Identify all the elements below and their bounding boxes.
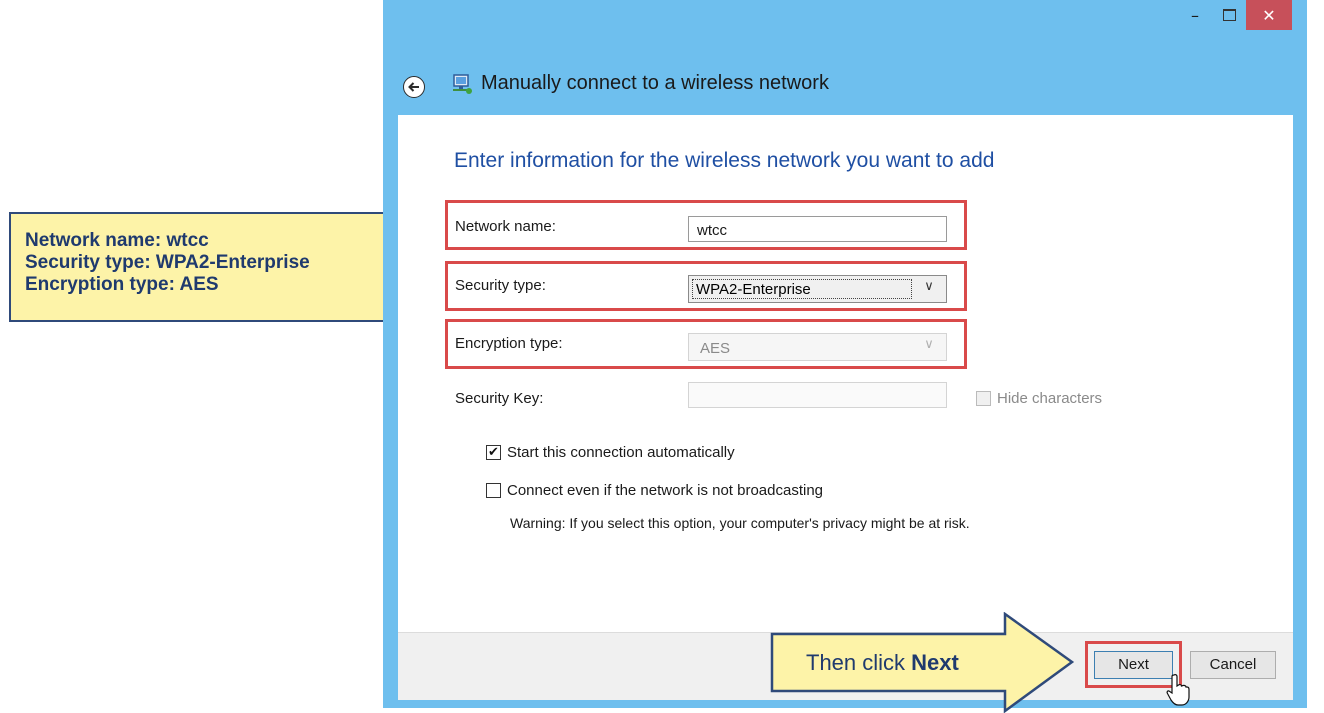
instruction-callout: Network name: wtcc Security type: WPA2-E…: [9, 212, 413, 322]
security-type-select[interactable]: WPA2-Enterprise ∨: [688, 275, 947, 303]
arrow-callout-text: Then click Next: [806, 650, 959, 676]
auto-start-checkbox[interactable]: ✔: [486, 445, 501, 460]
window-title: Manually connect to a wireless network: [481, 72, 829, 94]
title-bar: – ✕: [383, 0, 1307, 40]
security-key-label: Security Key:: [455, 390, 544, 407]
maximize-icon: [1222, 9, 1236, 21]
arrow-callout-prefix: Then click: [806, 650, 912, 675]
maximize-button[interactable]: [1212, 0, 1246, 30]
hide-characters-checkbox[interactable]: [976, 391, 991, 406]
network-name-input[interactable]: wtcc: [688, 216, 947, 242]
security-type-value: WPA2-Enterprise: [692, 279, 912, 299]
callout-line-encryption: Encryption type: AES: [25, 274, 219, 295]
auto-start-label: Start this connection automatically: [507, 444, 735, 461]
encryption-type-value: AES: [700, 340, 731, 357]
minimize-button[interactable]: –: [1178, 0, 1212, 30]
close-button[interactable]: ✕: [1246, 0, 1292, 30]
next-button[interactable]: Next: [1094, 651, 1173, 679]
chevron-down-icon: ∨: [924, 336, 934, 351]
chevron-down-icon: ∨: [924, 278, 934, 293]
dialog-content: Enter information for the wireless netwo…: [398, 115, 1293, 632]
broadcast-label: Connect even if the network is not broad…: [507, 482, 824, 499]
back-button[interactable]: [403, 76, 425, 98]
callout-line-network: Network name: wtcc: [25, 230, 209, 251]
security-type-label: Security type:: [455, 277, 546, 294]
callout-line-security: Security type: WPA2-Enterprise: [25, 252, 310, 273]
privacy-warning: Warning: If you select this option, your…: [510, 515, 970, 531]
hide-characters-label: Hide characters: [997, 390, 1103, 407]
encryption-type-label: Encryption type:: [455, 335, 563, 352]
header-bar: Manually connect to a wireless network: [383, 58, 1307, 108]
network-name-label: Network name:: [455, 218, 556, 235]
broadcast-checkbox[interactable]: [486, 483, 501, 498]
dialog-window: – ✕ Manually connect to a wireless netwo…: [383, 0, 1307, 708]
hand-cursor-icon: [1166, 674, 1190, 706]
security-key-input[interactable]: [688, 382, 947, 408]
network-icon: [453, 74, 472, 94]
arrow-callout-bold: Next: [911, 650, 959, 675]
back-arrow-icon: [408, 82, 419, 92]
cancel-button[interactable]: Cancel: [1190, 651, 1276, 679]
encryption-type-select[interactable]: AES ∨: [688, 333, 947, 361]
page-heading: Enter information for the wireless netwo…: [454, 149, 995, 172]
